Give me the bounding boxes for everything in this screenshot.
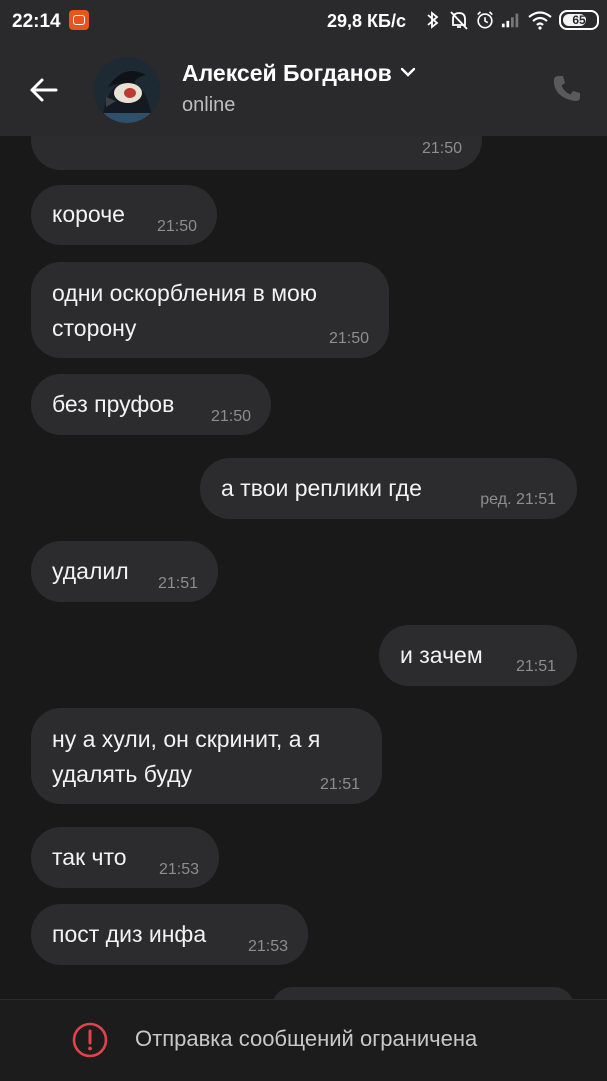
message-text: так что — [52, 844, 127, 870]
message-list[interactable]: 21:50 короче 21:50 одни оскорбления в мо… — [0, 0, 607, 1080]
message-text: без пруфов — [52, 391, 175, 417]
message-text: удалил — [52, 558, 129, 584]
mute-icon — [449, 8, 469, 32]
wifi-icon — [527, 8, 553, 32]
battery-level: 65 — [572, 13, 586, 27]
app-notification-icon — [69, 10, 89, 30]
message-bubble[interactable]: удалил 21:51 — [31, 541, 218, 602]
message-text: а твои реплики где — [221, 475, 422, 501]
compose-restriction-bar: Отправка сообщений ограничена — [0, 999, 607, 1081]
message-bubble[interactable]: ну а хули, он скринит, а я удалять буду … — [31, 708, 382, 804]
message-bubble[interactable]: пост диз инфа 21:53 — [31, 904, 308, 965]
battery-icon: 65 — [559, 10, 599, 30]
message-time: 21:50 — [421, 140, 462, 157]
message-bubble[interactable]: короче 21:50 — [31, 185, 217, 245]
message-time: 21:50 — [156, 218, 197, 235]
system-icons: 65 — [423, 8, 599, 32]
presence-status: online — [182, 94, 236, 116]
alarm-icon — [475, 8, 495, 32]
exclamation-circle-icon — [72, 1022, 108, 1058]
avatar[interactable] — [94, 57, 160, 123]
status-bar: 22:14 29,8 КБ/с 65 — [0, 0, 607, 44]
message-time: 21:51 — [319, 776, 360, 793]
bluetooth-icon — [423, 8, 443, 32]
message-time: ред. 21:51 — [480, 491, 556, 508]
chevron-down-icon — [400, 65, 416, 83]
message-time: 21:51 — [157, 575, 198, 592]
message-bubble-outgoing[interactable]: а твои реплики где ред. 21:51 — [200, 458, 577, 519]
message-text: пост диз инфа — [52, 921, 207, 947]
message-text: и зачем — [400, 642, 483, 668]
message-time: 21:50 — [328, 330, 369, 347]
message-time: 21:50 — [210, 408, 251, 425]
contact-title[interactable]: Алексей Богданов — [182, 60, 416, 87]
back-arrow-icon[interactable] — [22, 68, 66, 112]
message-bubble[interactable]: одни оскорбления в мою сторону 21:50 — [31, 262, 389, 358]
restriction-text: Отправка сообщений ограничена — [135, 1026, 478, 1051]
chat-header: Алексей Богданов online — [0, 44, 607, 136]
contact-name: Алексей Богданов — [182, 60, 392, 86]
message-text: короче — [52, 201, 125, 227]
message-time: 21:51 — [515, 658, 556, 675]
message-time: 21:53 — [247, 938, 288, 955]
message-time: 21:53 — [158, 861, 199, 878]
phone-icon[interactable] — [550, 72, 584, 106]
message-text: одни оскорбления в мою сторону — [52, 280, 318, 341]
message-text: ну а хули, он скринит, а я удалять буду — [52, 726, 321, 787]
signal-icon — [501, 8, 521, 32]
clock: 22:14 — [12, 11, 61, 32]
message-bubble[interactable]: так что 21:53 — [31, 827, 219, 888]
message-bubble[interactable]: без пруфов 21:50 — [31, 374, 271, 435]
network-speed: 29,8 КБ/с — [327, 11, 406, 31]
message-bubble-outgoing[interactable]: и зачем 21:51 — [379, 625, 577, 686]
